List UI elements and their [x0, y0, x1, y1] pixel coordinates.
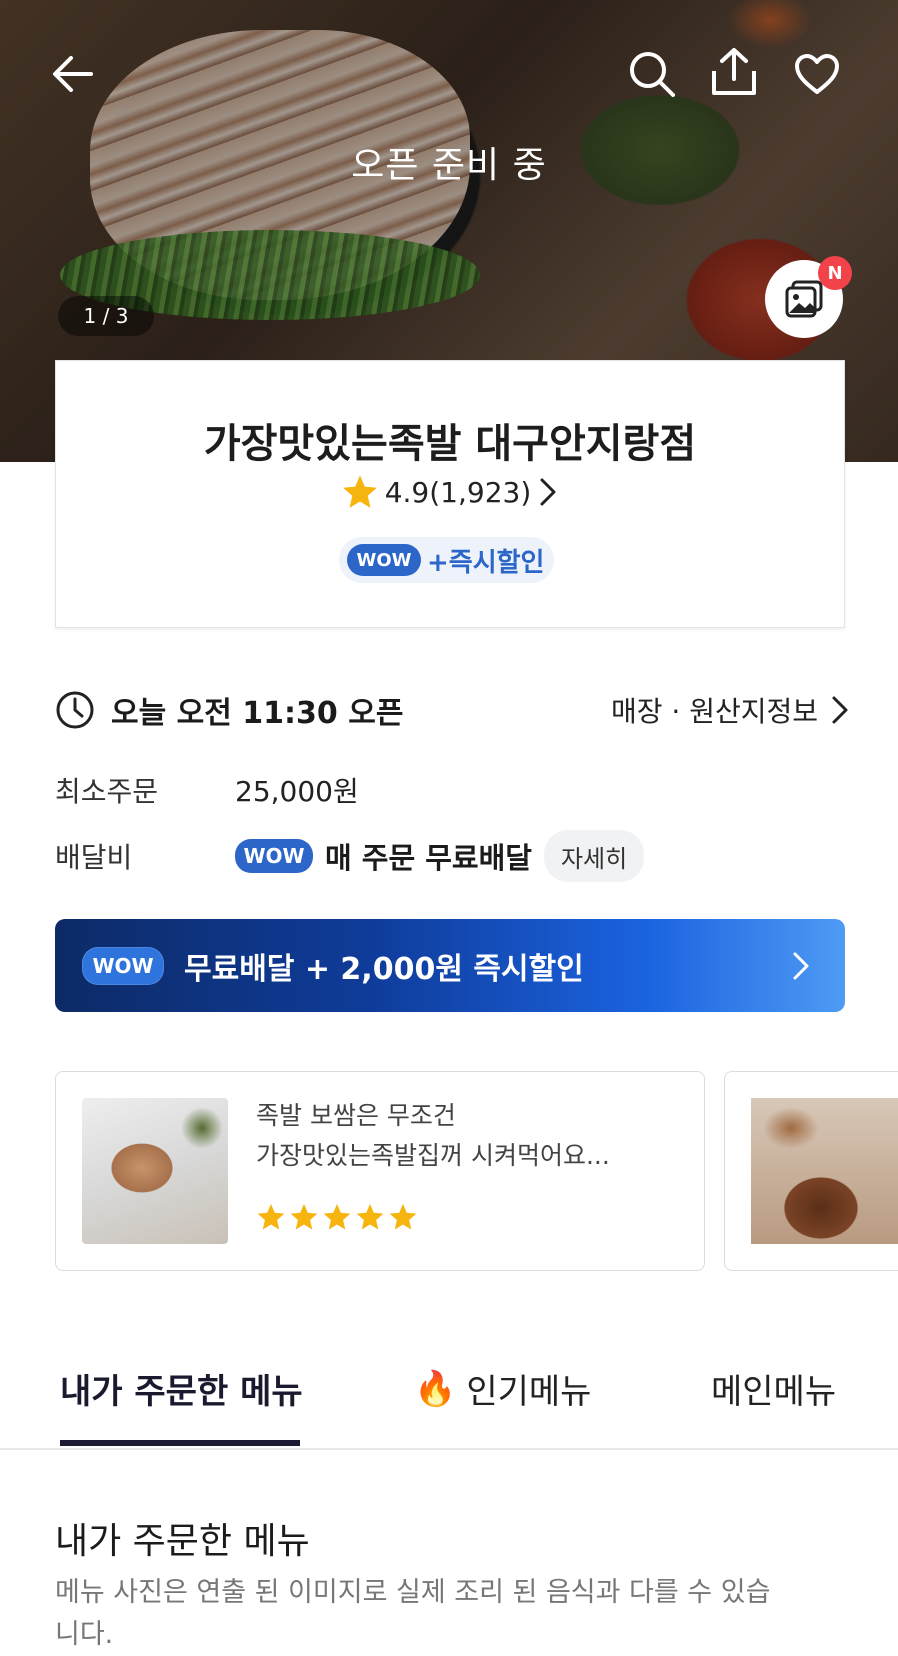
tab-label: 내가 주문한 메뉴 — [60, 1372, 303, 1412]
store-info-card: 가장맛있는족발 대구안지랑점 4.9(1,923) WOW +즉시할인 — [55, 360, 845, 628]
star-icon — [323, 1203, 351, 1230]
wow-discount-text: +즉시할인 — [427, 547, 545, 578]
back-arrow-icon — [53, 56, 93, 92]
review-card[interactable]: 족발 보쌈은 무조건 가장맛있는족발집꺼 시켜먹어요... — [55, 1071, 705, 1271]
tab-popular-menu[interactable]: 🔥 인기메뉴 — [414, 1364, 591, 1413]
review-photo — [82, 1098, 228, 1244]
tab-label: 인기메뉴 — [466, 1372, 592, 1412]
store-name: 가장맛있는족발 대구안지랑점 — [203, 421, 697, 467]
delivery-fee-value: 매 주문 무료배달 — [325, 841, 532, 875]
wow-promo-banner[interactable]: WOW 무료배달 + 2,000원 즉시할인 — [55, 919, 845, 1012]
store-status-overlay: 오픈 준비 중 — [351, 145, 547, 186]
rating-link[interactable]: 4.9(1,923) — [56, 473, 844, 511]
chevron-right-icon — [793, 952, 809, 979]
review-stars — [256, 1202, 418, 1232]
back-button[interactable] — [44, 46, 100, 102]
rating-value: 4.9(1,923) — [384, 475, 532, 509]
photo-gallery-icon — [785, 280, 823, 318]
favorite-button[interactable] — [789, 46, 845, 102]
hours-row: 오늘 오전 11:30 오픈 매장 · 원산지정보 — [55, 690, 850, 731]
search-icon — [630, 52, 675, 97]
star-icon — [356, 1203, 384, 1230]
star-icon — [342, 475, 377, 508]
chevron-right-icon — [540, 478, 556, 506]
star-icon — [389, 1203, 417, 1230]
wow-badge: WOW — [347, 544, 421, 576]
store-origin-info-link[interactable]: 매장 · 원산지정보 — [611, 690, 850, 730]
delivery-fee-label: 배달비 — [55, 841, 133, 874]
star-icon — [290, 1203, 318, 1230]
tab-label: 메인메뉴 — [711, 1372, 837, 1412]
share-button[interactable] — [706, 44, 762, 100]
share-icon — [712, 48, 756, 95]
review-photo — [751, 1098, 898, 1244]
tab-main-menu[interactable]: 메인메뉴 — [711, 1364, 836, 1413]
wow-badge: WOW — [235, 839, 313, 873]
review-line-2: 가장맛있는족발집꺼 시켜먹어요... — [256, 1141, 610, 1170]
opening-hours: 오늘 오전 11:30 오픈 — [111, 696, 404, 731]
min-order-label: 최소주문 — [55, 775, 159, 808]
chevron-right-icon — [832, 696, 848, 724]
wow-badge: WOW — [82, 946, 164, 985]
review-text: 족발 보쌈은 무조건 가장맛있는족발집꺼 시켜먹어요... — [256, 1096, 610, 1176]
store-origin-info-label: 매장 · 원산지정보 — [610, 695, 818, 728]
active-tab-indicator — [60, 1440, 300, 1446]
delivery-fee-row: 배달비 WOW 매 주문 무료배달 자세히 — [55, 826, 645, 886]
section-note: 메뉴 사진은 연출 된 이미지로 실제 조리 된 음식과 다를 수 있습니다. — [55, 1577, 771, 1650]
star-icon — [257, 1203, 285, 1230]
menu-tab-bar: 내가 주문한 메뉴 🔥 인기메뉴 메인메뉴 — [0, 1340, 898, 1450]
min-order-value: 25,000원 — [235, 775, 359, 808]
min-order-row: 최소주문 25,000원 — [55, 770, 359, 810]
clock-icon — [56, 691, 94, 729]
fire-icon: 🔥 — [414, 1368, 457, 1409]
wow-discount-badge: WOW +즉시할인 — [339, 537, 555, 583]
new-badge: N — [818, 256, 852, 290]
search-button[interactable] — [624, 46, 680, 102]
photo-counter: 1 / 3 — [58, 296, 154, 336]
delivery-detail-button[interactable]: 자세히 — [543, 830, 645, 882]
review-card[interactable] — [724, 1071, 898, 1271]
section-title: 내가 주문한 메뉴 — [55, 1521, 310, 1562]
wow-promo-text: 무료배달 + 2,000원 즉시할인 — [184, 951, 584, 987]
tab-my-ordered-menu[interactable]: 내가 주문한 메뉴 — [60, 1364, 303, 1413]
review-line-1: 족발 보쌈은 무조건 — [256, 1101, 456, 1130]
heart-icon — [795, 54, 839, 94]
